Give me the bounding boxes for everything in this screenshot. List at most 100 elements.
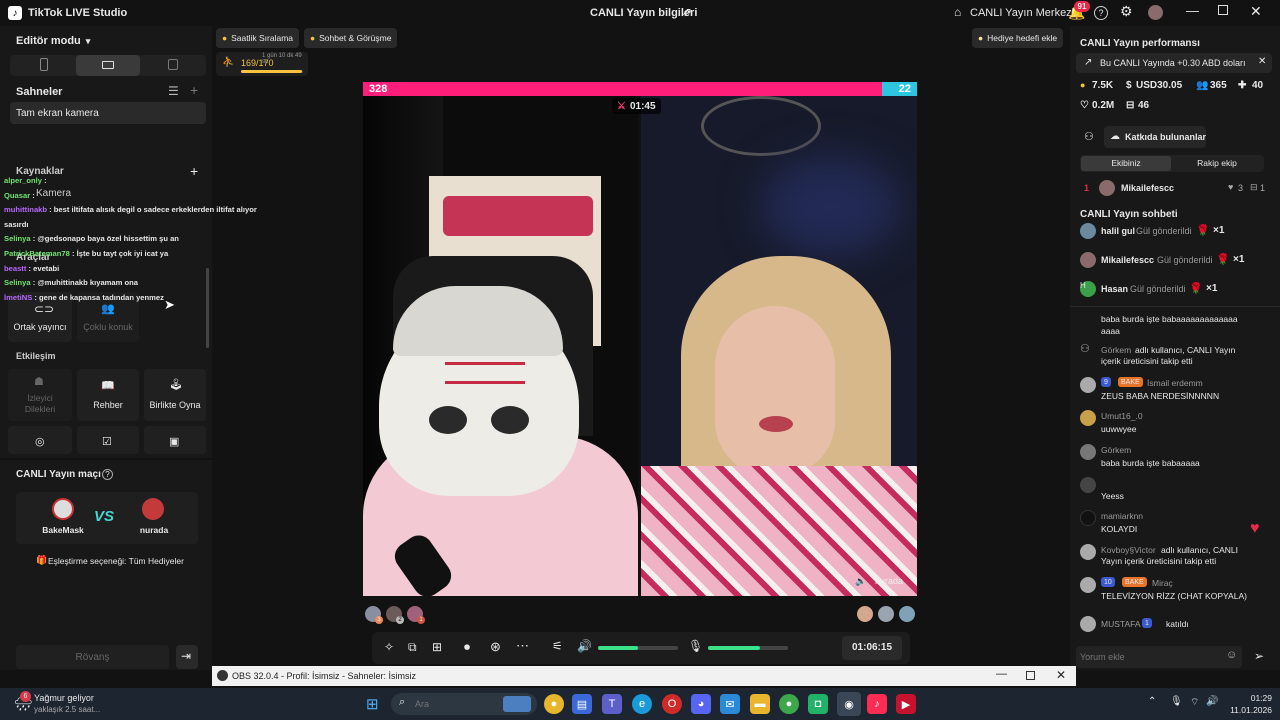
obs-maximize-icon[interactable] <box>1026 671 1035 680</box>
taskbar-search-input[interactable] <box>415 697 495 711</box>
share-icon[interactable]: ⇗ <box>682 5 692 19</box>
interaction-item-5[interactable]: ☑ <box>77 426 139 454</box>
gift-row-count: ×1 <box>1213 225 1225 236</box>
media-icon[interactable]: ▶ <box>896 694 916 714</box>
tab-hourly-ranking[interactable]: ● Saatlik Sıralama <box>216 28 300 48</box>
chrome-icon[interactable]: ● <box>544 694 564 714</box>
rose-icon: 🌹 <box>1216 254 1230 266</box>
record-icon[interactable]: ⏺ <box>464 640 470 655</box>
list-icon[interactable]: ☰ <box>168 84 179 98</box>
chat-user: Miraç <box>1152 578 1173 588</box>
camera-switch-icon[interactable]: ⊛ <box>490 639 501 655</box>
viewer-wishes-button[interactable]: ☗ İzleyici Dilekleri <box>8 369 72 421</box>
chrome-alt-icon[interactable]: ● <box>779 694 799 714</box>
participant-avatar[interactable] <box>857 606 873 622</box>
multi-layout-icon[interactable] <box>168 59 178 70</box>
rank-gift-icon: ⊟ <box>1250 182 1258 192</box>
info-icon[interactable]: ? <box>102 469 113 480</box>
clock-date[interactable]: 11.01.2026 <box>1226 705 1272 715</box>
gift-goal-button[interactable]: ● Hediye hedefi ekle <box>972 28 1064 48</box>
microphone-icon[interactable]: 🎙 <box>688 639 703 653</box>
volume-icon[interactable]: 🔊 <box>577 639 592 653</box>
box-icon: ▣ <box>169 436 180 448</box>
interaction-item-6[interactable]: ▣ <box>144 426 206 454</box>
overlay-text: : gene de kapansa tadından yenmez <box>32 292 164 302</box>
mouse-cursor-icon: ➤ <box>164 297 175 312</box>
wifi-icon[interactable]: ⌔ <box>1190 696 1199 709</box>
help-icon[interactable]: ? <box>1094 6 1108 20</box>
editor-mode-dropdown[interactable]: Editör modu ▾ <box>16 35 90 47</box>
obs-window-bar[interactable]: OBS 32.0.4 - Profil: İsimsiz - Sahneler:… <box>212 666 1076 686</box>
chat-message-text: baba burda işte babaaaaaaaaaaaaaaaaa <box>1101 314 1238 336</box>
new-followers-icon: ✚ <box>1238 80 1247 91</box>
chevron-up-icon[interactable]: ⌃ <box>1148 696 1156 707</box>
gift-row-count: ×1 <box>1206 283 1218 294</box>
interaction-item-4[interactable]: ◎ <box>8 426 72 454</box>
play-together-button[interactable]: 🕹 Birlikte Oyna <box>144 369 206 421</box>
send-icon[interactable]: ➢ <box>1254 649 1264 663</box>
emoji-icon[interactable]: ☺ <box>1226 649 1237 661</box>
folder-icon[interactable]: ▬ <box>750 694 770 714</box>
rematch-button[interactable]: Rövanş <box>16 645 169 669</box>
mic-slider[interactable] <box>708 646 788 650</box>
minimize-icon[interactable]: — <box>1186 3 1199 18</box>
coin-icon: ● <box>1080 80 1086 90</box>
chat-message-text: katıldı <box>1166 619 1189 629</box>
stat-likes: 0.2M <box>1092 100 1115 111</box>
layout-icon[interactable]: ⊞ <box>432 640 442 654</box>
exit-match-button[interactable]: ⇥ <box>176 645 198 669</box>
discord-icon[interactable]: ◕ <box>691 694 711 714</box>
gear-icon[interactable]: ⚙ <box>1120 3 1133 20</box>
edge-icon[interactable]: e <box>632 694 652 714</box>
obs-close-icon[interactable]: ✕ <box>1056 668 1066 682</box>
add-scene-icon[interactable]: + <box>190 82 198 98</box>
volume-slider[interactable] <box>598 646 678 650</box>
obs-taskbar-icon[interactable]: ◉ <box>837 692 861 716</box>
guide-button[interactable]: 📖 Rehber <box>77 369 139 421</box>
opera-icon[interactable]: O <box>662 694 682 714</box>
effects-icon[interactable]: ⧉ <box>408 640 417 655</box>
portrait-layout-icon[interactable] <box>40 58 48 71</box>
overlay-user: alper_only <box>4 176 42 185</box>
tab-team[interactable]: Ekibiniz <box>1081 156 1171 171</box>
participant-avatar[interactable] <box>899 606 915 622</box>
mail-icon[interactable]: ✉ <box>720 694 740 714</box>
teams-icon[interactable]: T <box>602 694 622 714</box>
guide-label: Rehber <box>93 400 123 410</box>
scene-item[interactable]: Tam ekran kamera <box>10 102 206 124</box>
landscape-layout-button[interactable] <box>76 55 140 76</box>
rank-badge: 1 <box>417 616 425 624</box>
chat-message: ⚇ Görkem adlı kullanıcı, CANLI Yayın içe… <box>1080 344 1270 374</box>
gift-goal-label: Hediye hedefi ekle <box>987 33 1058 43</box>
tab-chat-call[interactable]: ● Sohbet & Görüşme <box>304 28 398 48</box>
chat-message: Görkem baba burda işte babaaaaa <box>1080 444 1270 470</box>
gift-row-avatar: H <box>1080 281 1096 297</box>
tab-rival[interactable]: Rakip ekip <box>1172 156 1262 171</box>
profile-avatar[interactable] <box>1148 5 1163 20</box>
obs-minimize-icon[interactable]: — <box>996 668 1007 680</box>
live-center-link[interactable]: CANLI Yayın Merkezi <box>970 7 1074 19</box>
settings-sliders-icon[interactable]: ⚟ <box>552 639 563 653</box>
clock-time[interactable]: 01:29 <box>1230 693 1272 703</box>
mic-tray-icon[interactable]: 🎙 <box>1170 696 1183 707</box>
store-icon[interactable]: ▤ <box>572 694 592 714</box>
more-icon[interactable]: ⋯ <box>516 638 529 654</box>
contributors-button[interactable]: ☁ Katkıda bulunanlar <box>1104 126 1206 148</box>
comment-input[interactable] <box>1080 649 1210 665</box>
close-icon[interactable]: ✕ <box>1250 3 1262 20</box>
game-icon[interactable]: ◘ <box>808 694 828 714</box>
perf-title: CANLI Yayın performansı <box>1080 38 1200 49</box>
overlay-text: : <box>30 190 35 200</box>
close-banner-icon[interactable]: ✕ <box>1258 56 1266 67</box>
windows-start-icon[interactable]: ⊞ <box>366 695 379 713</box>
participant-avatar[interactable] <box>878 606 894 622</box>
battle-score-bar: 328 22 <box>363 82 917 96</box>
add-contributor-icon[interactable]: ⚇ <box>1084 130 1094 143</box>
taskbar-search[interactable]: ⌕ <box>391 693 537 715</box>
speaker-icon[interactable]: 🔊 <box>1206 696 1218 707</box>
gift-row-user: halil gul <box>1101 226 1136 236</box>
magic-wand-icon[interactable]: ✧ <box>384 640 394 654</box>
tiktok-taskbar-icon[interactable]: ♪ <box>867 694 887 714</box>
match-card[interactable]: BakeMask VS nurada <box>16 492 198 544</box>
maximize-icon[interactable] <box>1218 5 1228 15</box>
